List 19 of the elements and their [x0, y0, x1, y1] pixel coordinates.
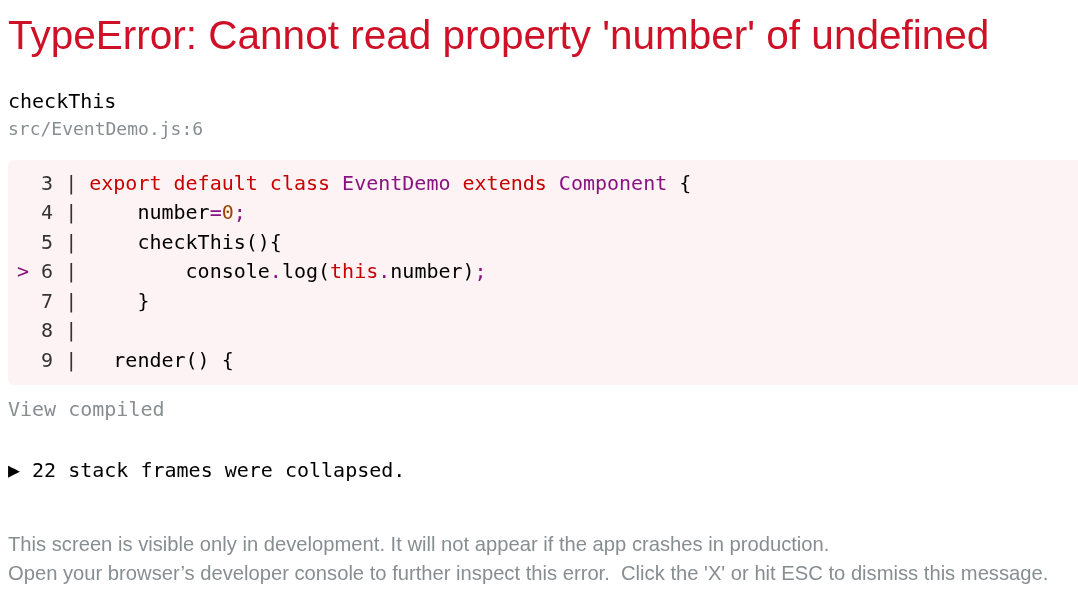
code-line: checkThis(){	[137, 229, 282, 254]
error-title: TypeError: Cannot read property 'number' of undefined	[8, 11, 990, 59]
code-line: console.log(this.number);	[185, 259, 487, 284]
line-number: 4 |	[40, 200, 78, 225]
footer-note: This screen is visible only in development. It will not appear if the app crashes in production.	[8, 531, 830, 557]
code-line: }	[137, 288, 150, 313]
code-line: number=0;	[137, 200, 246, 225]
line-number: 7 |	[40, 288, 78, 313]
file-location: src/EventDemo.js:6	[8, 117, 204, 141]
footer-note: Open your browser’s developer console to further inspect this error. Click the 'X' or hit ESC to dismiss this message.	[8, 560, 1049, 586]
line-number: > 6 |	[17, 259, 78, 284]
line-number: 5 |	[40, 229, 78, 254]
code-line: render() {	[113, 347, 234, 372]
line-number: 8 |	[40, 318, 78, 343]
function-name: checkThis	[8, 88, 117, 115]
stack-frames-toggle[interactable]: ▶ 22 stack frames were collapsed.	[8, 455, 406, 484]
line-number: 9 |	[40, 347, 78, 372]
code-line: export default class EventDemo extends Component {	[89, 170, 692, 195]
line-number: 3 |	[40, 170, 78, 195]
